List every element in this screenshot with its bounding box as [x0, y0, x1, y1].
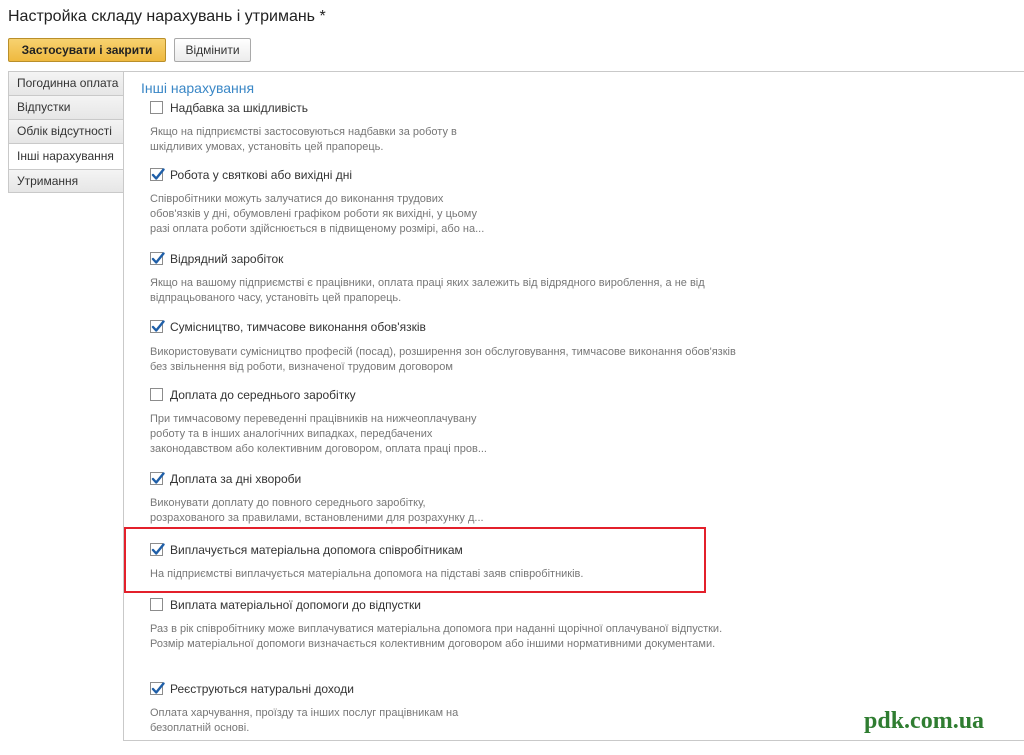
option-label: Реєструються натуральні доходи [170, 682, 354, 696]
check-icon [151, 168, 165, 180]
option-description: На підприємстві виплачується матеріальна… [150, 568, 584, 580]
checkbox[interactable] [150, 252, 165, 265]
option-label: Доплата за дні хвороби [170, 472, 302, 486]
option-description: Раз в рік співробітнику може виплачувати… [150, 623, 723, 650]
option-description: Виконувати доплату до повного середнього… [150, 497, 484, 524]
check-icon [151, 252, 165, 264]
option-description: Використовувати сумісництво професій (по… [150, 346, 736, 373]
highlight-frame [124, 527, 706, 593]
tab-deductions[interactable]: Утримання [8, 169, 124, 193]
cancel-button[interactable]: Відмінити [174, 38, 251, 62]
option-label: Виплачується матеріальна допомога співро… [170, 543, 463, 557]
check-icon [151, 320, 165, 332]
option-label: Виплата матеріальної допомоги до відпуст… [170, 598, 421, 612]
option-description: Якщо на підприємстві застосовуються надб… [150, 126, 457, 153]
watermark-text: pdk.com.ua [864, 708, 985, 734]
page-title: Настройка складу нарахувань і утримань * [8, 8, 326, 25]
option-label: Робота у святкові або вихідні дні [170, 168, 353, 182]
tab-vacations[interactable]: Відпустки [8, 95, 124, 119]
option-label: Надбавка за шкідливість [170, 101, 309, 115]
tab-list: Погодинна оплата Відпустки Облік відсутн… [8, 71, 124, 193]
checkbox[interactable] [150, 543, 165, 556]
option-description: Співробітники можуть залучатися до викон… [150, 193, 485, 235]
checkbox[interactable] [150, 682, 165, 695]
checkbox[interactable] [150, 598, 163, 611]
tab-absence-tracking[interactable]: Облік відсутності [8, 119, 124, 143]
option-label: Відрядний заробіток [170, 252, 284, 266]
panel-border-bottom [123, 740, 1024, 741]
tab-other-accruals[interactable]: Інші нарахування [8, 143, 124, 169]
apply-and-close-button[interactable]: Застосувати і закрити [8, 38, 166, 62]
checkbox[interactable] [150, 388, 163, 401]
check-icon [151, 543, 165, 555]
option-label: Доплата до середнього заробітку [170, 388, 356, 402]
option-description: Оплата харчування, проїзду та інших посл… [150, 707, 459, 734]
option-description: При тимчасовому переведенні працівників … [150, 413, 487, 455]
option-label: Сумісництво, тимчасове виконання обов'яз… [170, 320, 426, 334]
option-description: Якщо на вашому підприємстві є працівники… [150, 277, 705, 304]
panel-border-top [123, 71, 1024, 72]
checkbox[interactable] [150, 168, 165, 181]
tab-hourly-pay[interactable]: Погодинна оплата [8, 71, 124, 95]
checkbox[interactable] [150, 101, 163, 114]
section-title: Інші нарахування [141, 80, 255, 96]
checkbox[interactable] [150, 320, 165, 333]
panel-border-left [123, 71, 124, 741]
check-icon [151, 682, 165, 694]
checkbox[interactable] [150, 472, 165, 485]
check-icon [151, 472, 165, 484]
